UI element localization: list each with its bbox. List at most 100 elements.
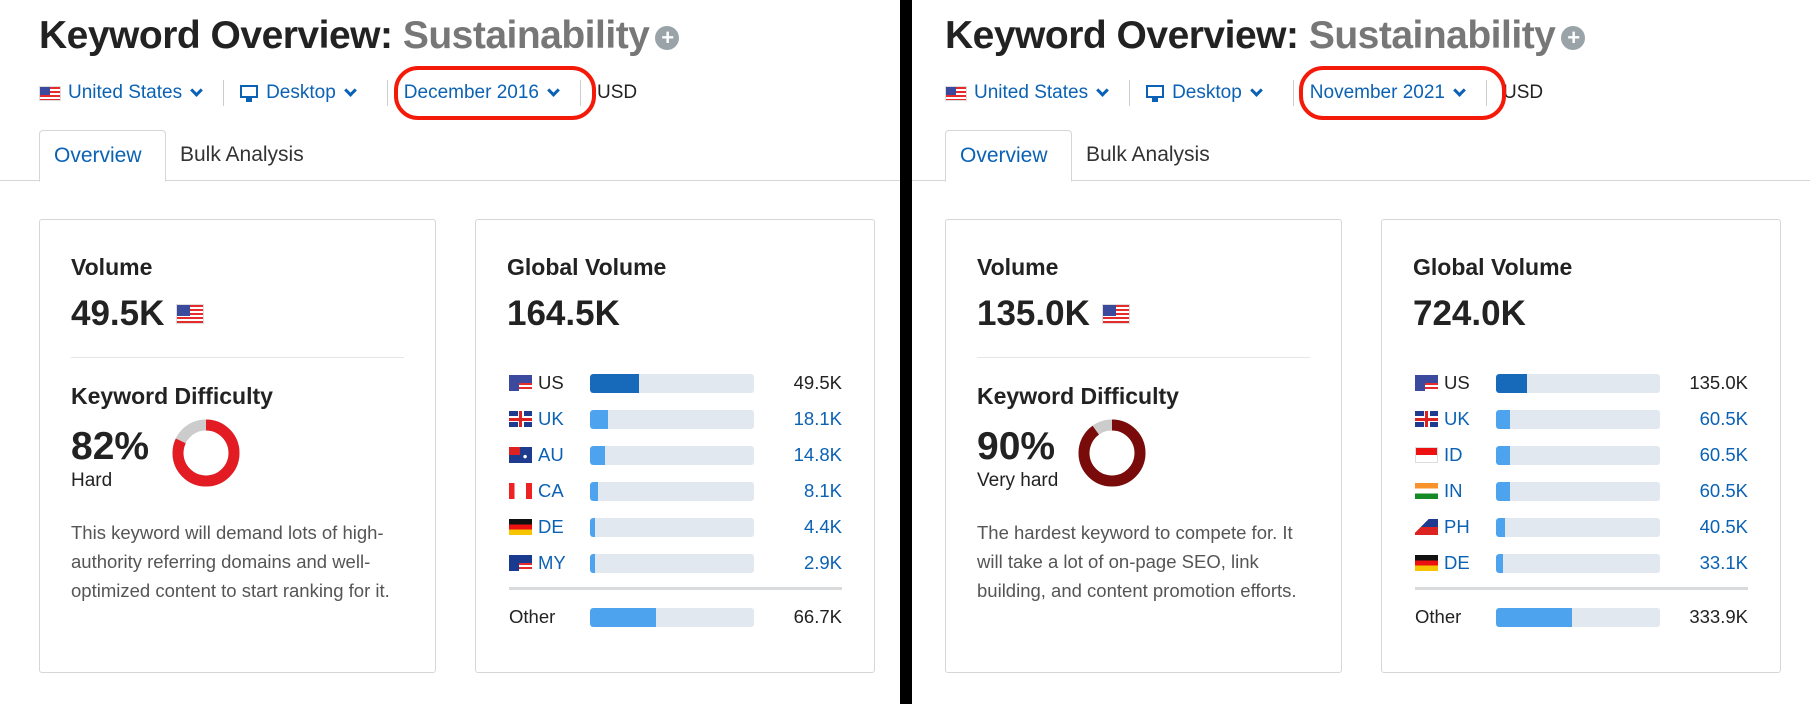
separator (1129, 80, 1131, 106)
country-code[interactable]: DE (538, 516, 564, 538)
kd-donut-chart (1078, 419, 1146, 487)
volume-label: Volume (977, 254, 1059, 280)
country-volume[interactable]: 14.8K (794, 444, 842, 466)
separator (1292, 80, 1294, 106)
country-row-au: AU 14.8K (509, 444, 842, 466)
tab-bulk-analysis[interactable]: Bulk Analysis (1072, 130, 1224, 181)
country-code[interactable]: ID (1444, 444, 1463, 466)
country-code[interactable]: UK (538, 408, 564, 430)
country-volume[interactable]: 40.5K (1700, 516, 1748, 538)
divider (509, 587, 842, 590)
country-code[interactable]: CA (538, 480, 564, 502)
bar-track (1496, 446, 1660, 465)
country-row-uk: UK 18.1K (509, 408, 842, 430)
country-row-us: US 135.0K (1415, 372, 1748, 394)
bar-track (590, 410, 754, 429)
country-select[interactable]: United States (945, 82, 1113, 104)
country-code[interactable]: IN (1444, 480, 1463, 502)
bar-fill (1496, 446, 1510, 465)
country-row-de: DE 33.1K (1415, 552, 1748, 574)
country-code[interactable]: MY (538, 552, 566, 574)
global-volume-card: Global Volume 724.0K US 135.0K UK 60.5K … (1381, 219, 1781, 673)
volume-value-wrap: 135.0K (977, 294, 1137, 334)
device-label: Desktop (266, 82, 336, 103)
plus-circle-icon[interactable]: + (1561, 25, 1586, 50)
bar-track (1496, 374, 1660, 393)
divider (71, 357, 404, 358)
country-volume[interactable]: 33.1K (1700, 552, 1748, 574)
tab-overview[interactable]: Overview (945, 130, 1072, 182)
country-volume[interactable]: 60.5K (1700, 480, 1748, 502)
country-code[interactable]: UK (1444, 408, 1470, 430)
country-code[interactable]: AU (538, 444, 564, 466)
comparison-divider (900, 0, 912, 704)
title-prefix: Keyword Overview: (39, 14, 393, 57)
country-row-us: US 49.5K (509, 372, 842, 394)
tab-bulk-analysis[interactable]: Bulk Analysis (166, 130, 318, 181)
country-volume[interactable]: 18.1K (794, 408, 842, 430)
other-label: Other (509, 606, 556, 627)
kd-label: Keyword Difficulty (71, 383, 273, 409)
other-row: Other 333.9K (1415, 606, 1748, 628)
us-flag-icon (39, 85, 61, 101)
de-flag-icon (509, 519, 532, 535)
country-row-id: ID 60.5K (1415, 444, 1748, 466)
uk-flag-icon (509, 411, 532, 427)
us-flag-icon (945, 85, 967, 101)
country-volume[interactable]: 60.5K (1700, 444, 1748, 466)
title-prefix: Keyword Overview: (945, 14, 1299, 57)
device-select[interactable]: Desktop (1146, 82, 1267, 104)
bar-fill (590, 482, 599, 501)
bar-track (1496, 482, 1660, 501)
country-row-uk: UK 60.5K (1415, 408, 1748, 430)
chevron-down-icon (1096, 84, 1109, 97)
country-volume[interactable]: 60.5K (1700, 408, 1748, 430)
us-flag-icon (509, 375, 532, 391)
country-label: United States (974, 82, 1089, 103)
country-volume[interactable]: 4.4K (804, 516, 842, 538)
us-flag-icon (1415, 375, 1438, 391)
bar-fill (1496, 608, 1572, 627)
tab-bar: Overview Bulk Analysis (0, 130, 904, 182)
country-select[interactable]: United States (39, 82, 207, 104)
volume-value: 49.5K (71, 294, 165, 333)
country-code[interactable]: DE (1444, 552, 1470, 574)
country-row-ph: PH 40.5K (1415, 516, 1748, 538)
de-flag-icon (1415, 555, 1438, 571)
panel-after: Keyword Overview: Sustainability + United… (906, 0, 1810, 704)
bar-track (590, 374, 754, 393)
ph-flag-icon (1415, 519, 1438, 535)
country-volume[interactable]: 2.9K (804, 552, 842, 574)
tab-overview[interactable]: Overview (39, 130, 166, 182)
tab-bar: Overview Bulk Analysis (906, 130, 1810, 182)
country-code[interactable]: PH (1444, 516, 1470, 538)
bar-fill (590, 446, 605, 465)
us-flag-icon (176, 304, 205, 324)
country-row-de: DE 4.4K (509, 516, 842, 538)
us-flag-icon (1101, 304, 1130, 324)
global-volume-label: Global Volume (1413, 254, 1573, 280)
au-flag-icon (509, 447, 532, 463)
device-select[interactable]: Desktop (240, 82, 361, 104)
in-flag-icon (1415, 483, 1438, 499)
volume-card: Volume 49.5K Keyword Difficulty 82% Hard… (39, 219, 436, 673)
my-flag-icon (509, 555, 532, 571)
page-title: Keyword Overview: Sustainability + (945, 14, 1586, 58)
country-volume: 49.5K (793, 372, 842, 393)
desktop-icon (1146, 84, 1165, 102)
country-volume[interactable]: 8.1K (804, 480, 842, 502)
currency-label: USD (1502, 82, 1544, 103)
bar-track (1496, 554, 1660, 573)
chevron-down-icon (343, 84, 357, 97)
chevron-down-icon (1249, 84, 1263, 97)
country-code: US (538, 372, 564, 393)
kd-level: Very hard (977, 470, 1059, 491)
bar-track (1496, 410, 1660, 429)
bar-track (590, 608, 754, 627)
kd-donut-chart (172, 419, 240, 487)
bar-track (590, 446, 754, 465)
separator (223, 80, 225, 106)
plus-circle-icon[interactable]: + (655, 25, 680, 50)
global-volume-label: Global Volume (507, 254, 667, 280)
uk-flag-icon (1415, 411, 1438, 427)
